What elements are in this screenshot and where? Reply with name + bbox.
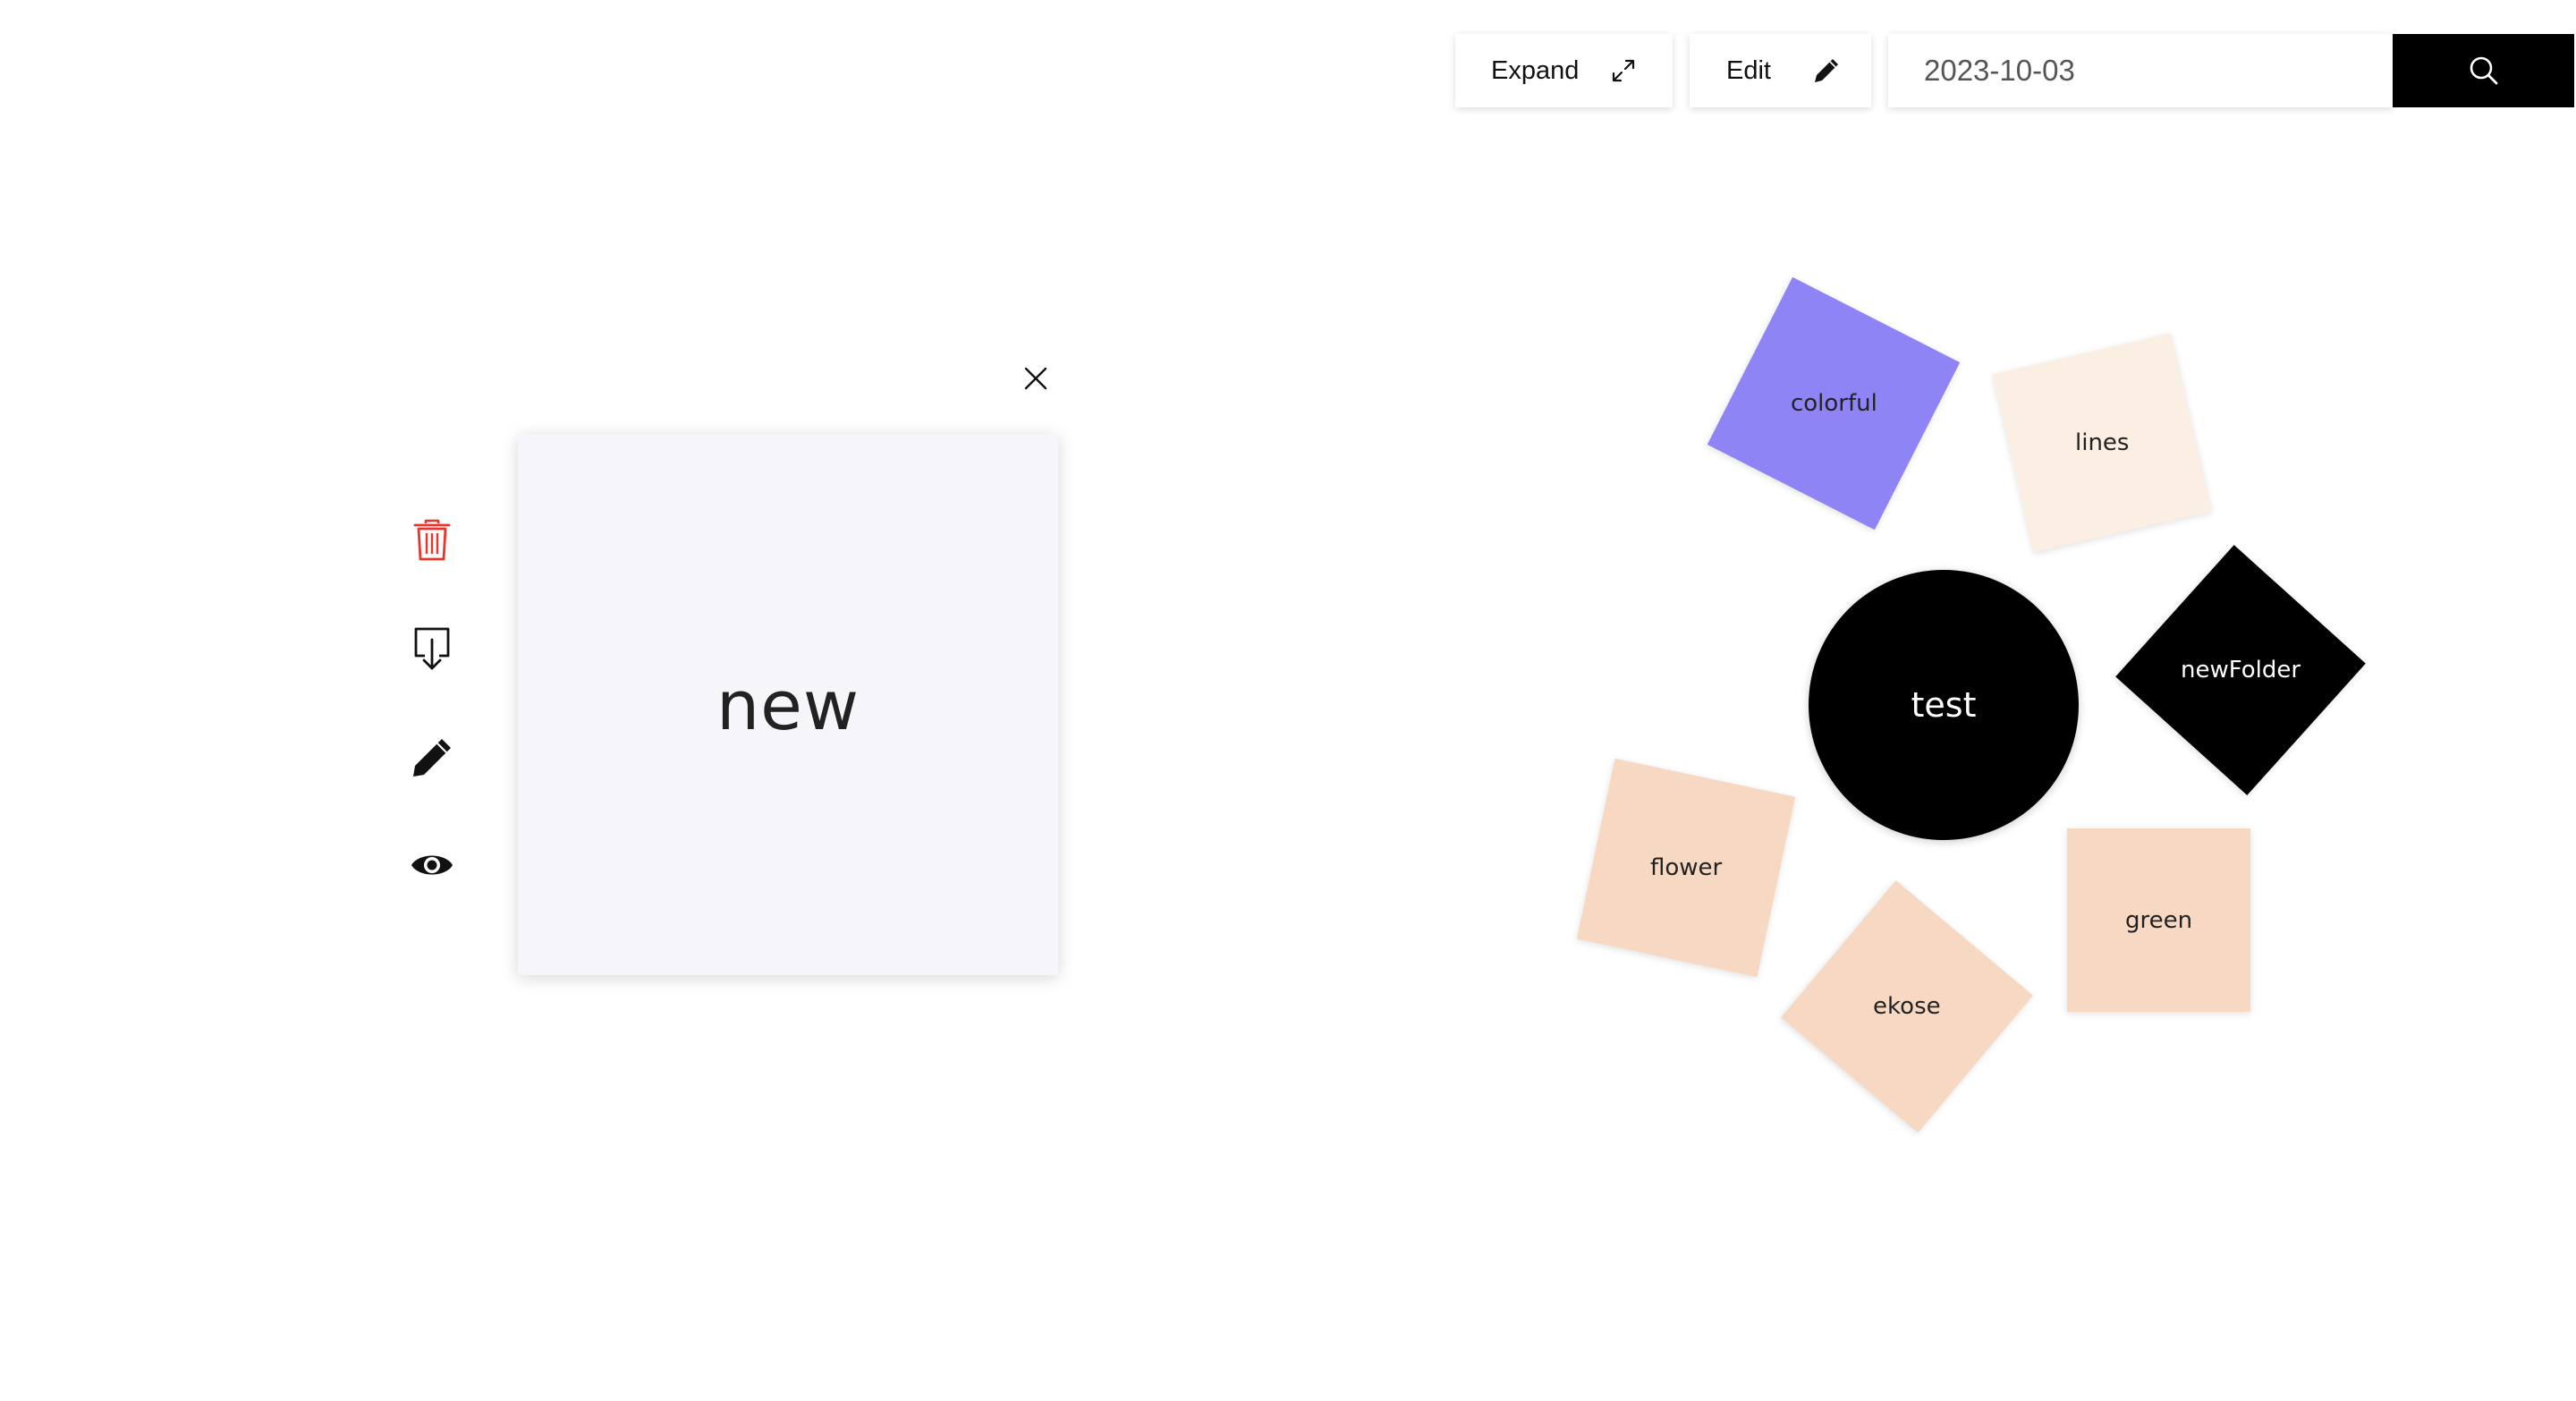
preview-title: new — [716, 665, 860, 745]
search-icon — [2470, 56, 2497, 85]
folder-label: colorful — [1790, 389, 1877, 417]
pen-icon — [413, 739, 451, 777]
delete-button[interactable] — [410, 517, 454, 564]
eye-icon — [411, 855, 453, 875]
folder-colorful[interactable]: colorful — [1707, 276, 1961, 531]
pen-icon — [1815, 59, 1838, 82]
folder-label: newFolder — [2180, 657, 2301, 684]
close-icon — [1024, 367, 1047, 390]
download-button[interactable] — [410, 624, 454, 673]
search-box — [1888, 34, 2393, 107]
expand-button[interactable]: Expand — [1455, 34, 1673, 107]
center-node[interactable]: test — [1809, 570, 2079, 840]
search-input[interactable] — [1888, 34, 2393, 107]
edit-button[interactable]: Edit — [1690, 34, 1871, 107]
folder-label: green — [2124, 906, 2193, 934]
trash-icon — [413, 519, 451, 561]
folder-label: lines — [2074, 429, 2130, 456]
folder-label: flower — [1649, 853, 1723, 881]
page: Expand Edit 2023-10-03 new colorful line… — [0, 0, 2576, 1401]
edit-item-button[interactable] — [408, 734, 456, 782]
expand-arrows-icon — [1612, 59, 1635, 82]
folder-lines[interactable]: lines — [1992, 333, 2212, 553]
folder-label: ekose — [1873, 992, 1941, 1020]
view-button[interactable] — [408, 845, 456, 886]
edit-button-label: Edit — [1726, 55, 1771, 85]
preview-card: new — [518, 435, 1058, 975]
folder-newFolder[interactable]: newFolder — [2115, 545, 2366, 795]
expand-button-label: Expand — [1491, 55, 1580, 85]
folder-ekose[interactable]: ekose — [1781, 880, 2033, 1133]
close-button[interactable] — [1018, 361, 1054, 396]
folder-green[interactable]: green — [2067, 828, 2250, 1012]
folder-flower[interactable]: flower — [1576, 758, 1796, 978]
download-icon — [414, 627, 450, 670]
center-label: test — [1911, 685, 1977, 725]
search-button[interactable] — [2393, 34, 2574, 107]
